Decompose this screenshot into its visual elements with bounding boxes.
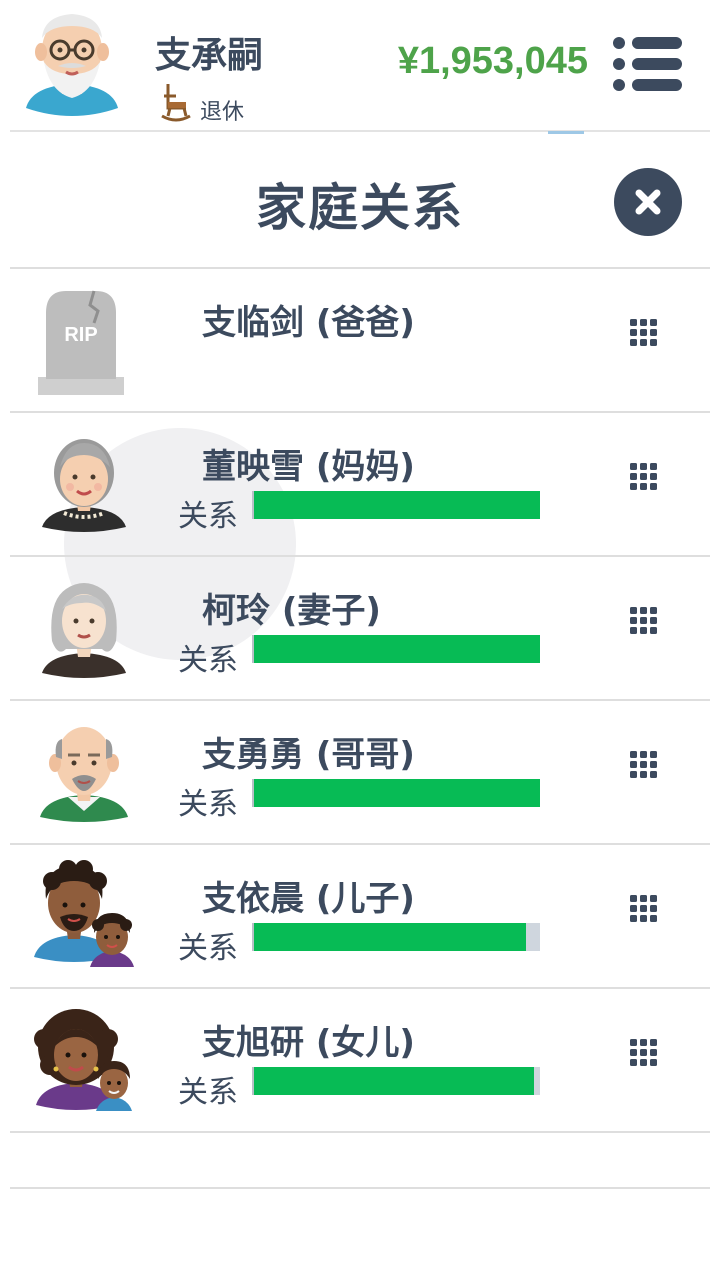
relationship-bar	[252, 491, 540, 519]
grid-icon	[630, 607, 657, 634]
relationship-fill	[254, 635, 540, 663]
money-balance: ¥1,953,045	[397, 40, 588, 82]
menu-icon	[613, 37, 682, 91]
man-with-child-avatar	[32, 859, 142, 975]
family-member-row[interactable]: 柯玲 (妻子) 关系	[10, 557, 710, 701]
grid-icon	[630, 463, 657, 490]
relationship-label: 关系	[178, 931, 238, 966]
rip-tombstone-icon: RIP	[32, 283, 142, 399]
relationship-bar	[252, 1067, 540, 1095]
member-name: 支旭研 (女儿)	[202, 1023, 415, 1063]
svg-text:RIP: RIP	[64, 324, 97, 346]
member-name: 支勇勇 (哥哥)	[202, 735, 415, 775]
header-accent	[548, 131, 584, 134]
more-options-button[interactable]	[628, 1037, 668, 1077]
more-options-button[interactable]	[628, 893, 668, 933]
family-member-row[interactable]: 支勇勇 (哥哥) 关系	[10, 701, 710, 845]
relationship-label: 关系	[178, 787, 238, 822]
relationship-fill	[254, 491, 540, 519]
elderly-woman-gray-hair-avatar	[32, 571, 142, 687]
relationship-bar	[252, 635, 540, 663]
more-options-button[interactable]	[628, 461, 668, 501]
family-member-row[interactable]: 支旭研 (女儿) 关系	[10, 989, 710, 1133]
family-member-row[interactable]: RIP 支临剑 (爸爸)	[10, 269, 710, 413]
elderly-man-avatar	[32, 715, 142, 831]
grid-icon	[630, 319, 657, 346]
relationship-bar	[252, 779, 540, 807]
close-icon	[635, 189, 661, 215]
grid-icon	[630, 895, 657, 922]
member-name: 柯玲 (妻子)	[202, 591, 381, 631]
relationship-label: 关系	[178, 499, 238, 534]
menu-button[interactable]	[612, 36, 684, 92]
player-avatar[interactable]	[22, 8, 122, 120]
header: 支承嗣 退休 ¥1,953,045	[0, 0, 720, 130]
relationship-label: 关系	[178, 643, 238, 678]
player-status: 退休	[200, 100, 245, 125]
relationship-fill	[254, 923, 526, 951]
grid-icon	[630, 1039, 657, 1066]
family-list: RIP 支临剑 (爸爸) 董映雪 (妈妈) 关系 柯玲 (妻子) 关系 支勇勇 …	[10, 269, 710, 1189]
more-options-button[interactable]	[628, 317, 668, 357]
close-button[interactable]	[614, 168, 682, 236]
member-name: 支依晨 (儿子)	[202, 879, 415, 919]
relationship-fill	[254, 1067, 535, 1095]
elderly-woman-avatar	[32, 427, 142, 543]
empty-list-row	[10, 1133, 710, 1189]
grid-icon	[630, 751, 657, 778]
panel-title: 家庭关系	[256, 179, 464, 237]
member-name: 支临剑 (爸爸)	[202, 303, 415, 343]
more-options-button[interactable]	[628, 749, 668, 789]
family-member-row[interactable]: 董映雪 (妈妈) 关系	[10, 413, 710, 557]
relationship-bar	[252, 923, 540, 951]
relationship-label: 关系	[178, 1075, 238, 1110]
woman-with-child-avatar	[32, 1003, 142, 1119]
header-divider	[10, 130, 710, 132]
family-member-row[interactable]: 支依晨 (儿子) 关系	[10, 845, 710, 989]
rocking-chair-icon	[160, 82, 192, 122]
relationship-fill	[254, 779, 540, 807]
more-options-button[interactable]	[628, 605, 668, 645]
member-name: 董映雪 (妈妈)	[202, 447, 415, 487]
player-name: 支承嗣	[155, 35, 264, 76]
